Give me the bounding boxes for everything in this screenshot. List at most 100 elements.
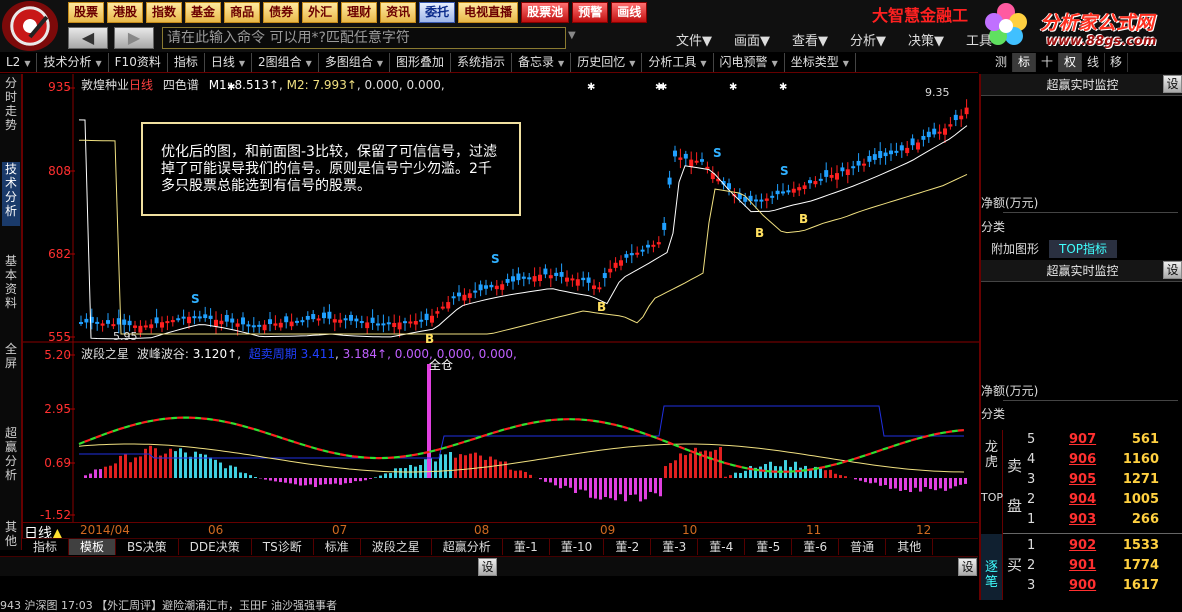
settings-button[interactable]: 设 <box>958 558 977 576</box>
market-button[interactable]: 资讯 <box>380 2 417 23</box>
menu-item[interactable]: 查看▼ <box>792 30 828 49</box>
status-strip: 设 设 <box>0 556 978 576</box>
mini-tab[interactable]: 线 <box>1082 53 1105 72</box>
template-tab[interactable]: 董-4 <box>698 539 746 555</box>
command-dropdown-icon[interactable]: ▼ <box>568 30 576 41</box>
side-tab[interactable]: 全屏 <box>2 342 20 376</box>
bid-row[interactable]: 1 902 1533 <box>1011 538 1171 558</box>
mini-tab[interactable]: 权 <box>1059 53 1082 72</box>
template-tab[interactable]: 波段之星 <box>361 539 432 555</box>
command-input[interactable]: 请在此输入命令 可以用*?匹配任意字符 <box>162 27 566 49</box>
right-panel: 超赢实时监控 设 净额(万元) 分类 附加图形 TOP指标 超赢实时监控 设 净额… <box>979 74 1182 600</box>
ask-row[interactable]: 3 905 1271 <box>1011 472 1171 492</box>
template-tab[interactable]: 董-10 <box>550 539 605 555</box>
level: 1 <box>1027 512 1036 527</box>
mini-tab[interactable]: 标 <box>1013 53 1036 72</box>
market-button-bar: 股票 港股 指数 基金 商品 债券 外汇 理财 资讯 委托 电视直播 股票池 预警 画线 <box>68 2 648 24</box>
template-tab[interactable]: DDE决策 <box>179 539 252 555</box>
brand-url[interactable]: www.88gs.com <box>1046 34 1156 49</box>
market-button[interactable]: 画线 <box>611 2 648 23</box>
date-label: 07 <box>332 523 348 537</box>
ask-row[interactable]: 2 904 1005 <box>1011 492 1171 512</box>
menu-item[interactable]: 工具 <box>966 30 992 49</box>
panel-tab[interactable]: TOP指标 <box>1049 240 1118 258</box>
panel-tab[interactable]: 附加图形 <box>981 240 1049 258</box>
template-tab[interactable]: 标准 <box>314 539 361 555</box>
bid-row[interactable]: 3 900 1617 <box>1011 578 1171 598</box>
buy-signal: B <box>799 212 809 226</box>
market-button[interactable]: 理财 <box>341 2 378 23</box>
toolbar-item[interactable]: 分析工具 <box>642 53 714 72</box>
tick-by-tick-tab[interactable]: 逐笔 <box>981 534 1003 600</box>
template-tab[interactable]: 董-5 <box>745 539 793 555</box>
side-tab[interactable]: 基本资料 <box>2 254 20 314</box>
market-button[interactable]: 基金 <box>185 2 222 23</box>
toolbar-item[interactable]: 指标 <box>168 53 205 72</box>
template-tab[interactable]: 董-2 <box>604 539 652 555</box>
ask-row[interactable]: 1 903 266 <box>1011 512 1171 532</box>
market-button[interactable]: 委托 <box>419 2 456 23</box>
back-arrow-icon[interactable]: ◀ <box>68 27 108 49</box>
market-button[interactable]: 商品 <box>224 2 261 23</box>
bid-row[interactable]: 2 901 1774 <box>1011 558 1171 578</box>
market-button[interactable]: 电视直播 <box>458 2 519 23</box>
app-logo[interactable] <box>2 1 58 51</box>
menu-item[interactable]: 画面▼ <box>734 30 770 49</box>
toolbar-item[interactable]: 2图组合 <box>252 53 319 72</box>
monitor-settings-button[interactable]: 设 <box>1163 261 1182 279</box>
toolbar-item[interactable]: F10资料 <box>109 53 168 72</box>
template-tab[interactable]: 超赢分析 <box>432 539 503 555</box>
template-tab[interactable]: 普通 <box>839 539 887 555</box>
toolbar-item[interactable]: 图形叠加 <box>390 53 452 72</box>
toolbar-item[interactable]: 日线 <box>205 53 253 72</box>
template-tab[interactable]: 董-3 <box>651 539 699 555</box>
toolbar-item[interactable]: 坐标类型 <box>785 53 856 72</box>
template-tab[interactable]: 指标 <box>22 539 70 555</box>
market-button[interactable]: 债券 <box>263 2 300 23</box>
ask-row[interactable]: 4 906 1160 <box>1011 452 1171 472</box>
volume: 1160 <box>1122 452 1159 467</box>
toolbar-item[interactable]: 历史回忆 <box>571 53 643 72</box>
indicator-axis-label: -1.52 <box>39 508 71 522</box>
market-button[interactable]: 外汇 <box>302 2 339 23</box>
template-tab[interactable]: 董-6 <box>792 539 840 555</box>
indicator-axis-label: 0.69 <box>44 456 71 470</box>
toolbar-item[interactable]: 闪电预警 <box>714 53 785 72</box>
mini-tab[interactable]: 十 <box>1036 53 1059 72</box>
template-tab[interactable]: 其他 <box>886 539 934 555</box>
volume: 1005 <box>1122 492 1159 507</box>
toolbar-item[interactable]: 备忘录 <box>512 53 572 72</box>
menu-item[interactable]: 决策▼ <box>908 30 944 49</box>
market-button[interactable]: 预警 <box>572 2 609 23</box>
side-tab[interactable]: 技术分析 <box>2 162 20 226</box>
template-tab[interactable]: 模板 <box>69 539 117 555</box>
market-button[interactable]: 港股 <box>107 2 144 23</box>
annotation-note: 优化后的图，和前面图-3比较，保留了可信信号，过滤掉了可能误导我们的信号。原则是… <box>141 122 521 216</box>
template-tab[interactable]: 董-1 <box>503 539 550 555</box>
template-tab[interactable]: BS决策 <box>116 539 179 555</box>
menu-item[interactable]: 分析▼ <box>850 30 886 49</box>
market-button[interactable]: 股票 <box>68 2 105 23</box>
template-tab[interactable]: TS诊断 <box>252 539 314 555</box>
monitor-settings-button[interactable]: 设 <box>1163 75 1182 93</box>
market-button[interactable]: 股票池 <box>521 2 570 23</box>
menu-item[interactable]: 文件▼ <box>676 30 712 49</box>
top-tab[interactable]: TOP <box>981 486 1003 534</box>
price-axis-label: 555 <box>48 330 71 344</box>
ask-row[interactable]: 5 907 561 <box>1011 432 1171 452</box>
side-tab[interactable]: 超赢分析 <box>2 426 20 482</box>
market-button[interactable]: 指数 <box>146 2 183 23</box>
toolbar-item[interactable]: 技术分析 <box>37 53 109 72</box>
side-tab[interactable]: 分时走势 <box>2 76 20 136</box>
dragon-tiger-tab[interactable]: 龙虎 <box>981 430 1003 486</box>
mini-tab[interactable]: 测 <box>990 53 1013 72</box>
mini-tab[interactable]: 移 <box>1105 53 1128 72</box>
forward-arrow-icon[interactable]: ▶ <box>114 27 154 49</box>
news-ticker[interactable]: 943 沪深图 17:03 【外汇周评】避险潮涌汇市，玉田F 油沙强强事者 <box>0 600 1182 612</box>
toolbar-item[interactable]: 系统指示 <box>451 53 513 72</box>
toolbar-item[interactable]: 多图组合 <box>319 53 390 72</box>
chart-area[interactable]: ✱ ✱ ✱ ✱ ✱ ✱ 935 808 682 555 5.20 2.95 0.69 -1… <box>22 74 979 540</box>
settings-button[interactable]: 设 <box>478 558 497 576</box>
side-tab[interactable]: 其他 <box>2 520 20 550</box>
toolbar-item[interactable]: L2 <box>0 53 38 72</box>
